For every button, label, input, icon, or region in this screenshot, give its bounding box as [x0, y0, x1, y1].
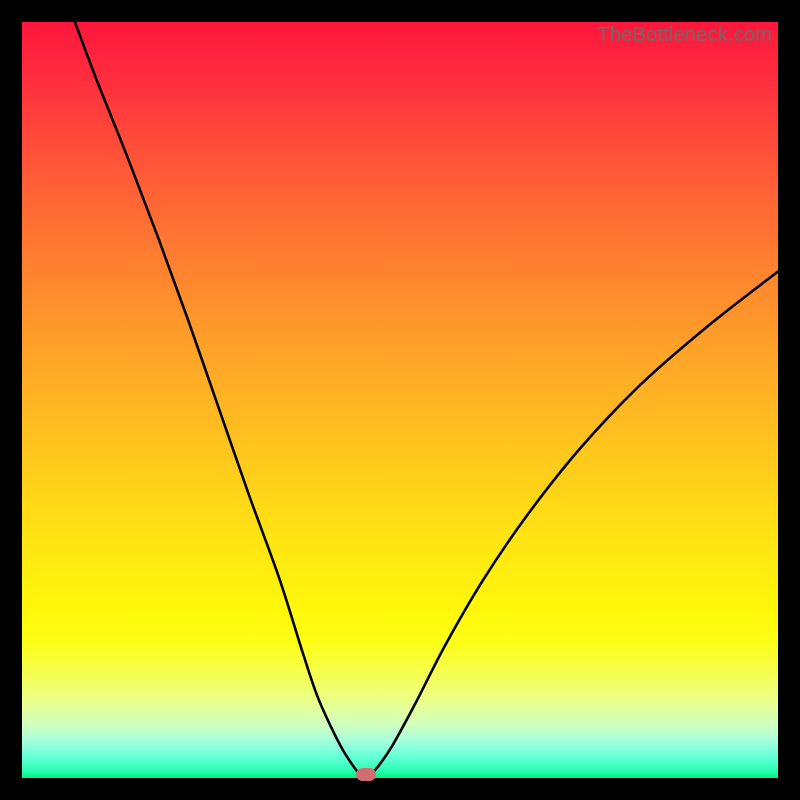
- optimum-marker: [356, 768, 376, 781]
- plot-area: TheBottleneck.com: [22, 22, 778, 778]
- bottleneck-curve: [22, 22, 778, 778]
- chart-frame: TheBottleneck.com: [0, 0, 800, 800]
